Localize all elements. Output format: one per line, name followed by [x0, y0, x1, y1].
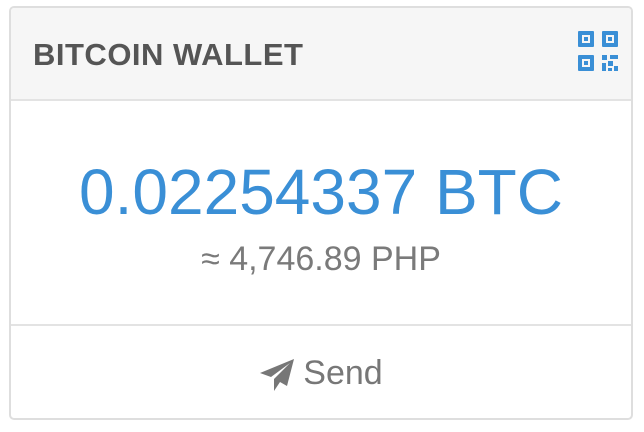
send-button[interactable]: Send — [11, 326, 631, 418]
bitcoin-wallet-card: BITCOIN WALLET 0.02254337 BTC ≈ 4,746.89… — [9, 6, 633, 420]
btc-balance: 0.02254337 BTC — [79, 156, 563, 228]
balance-section: 0.02254337 BTC ≈ 4,746.89 PHP — [11, 101, 631, 326]
qr-code-icon — [578, 31, 618, 71]
send-label: Send — [303, 353, 383, 392]
qr-code-button[interactable] — [577, 30, 619, 72]
fiat-equivalent: ≈ 4,746.89 PHP — [201, 240, 441, 278]
card-footer: Send — [11, 326, 631, 418]
paper-plane-icon — [259, 358, 295, 392]
card-title: BITCOIN WALLET — [33, 37, 304, 72]
card-header: BITCOIN WALLET — [11, 8, 631, 101]
